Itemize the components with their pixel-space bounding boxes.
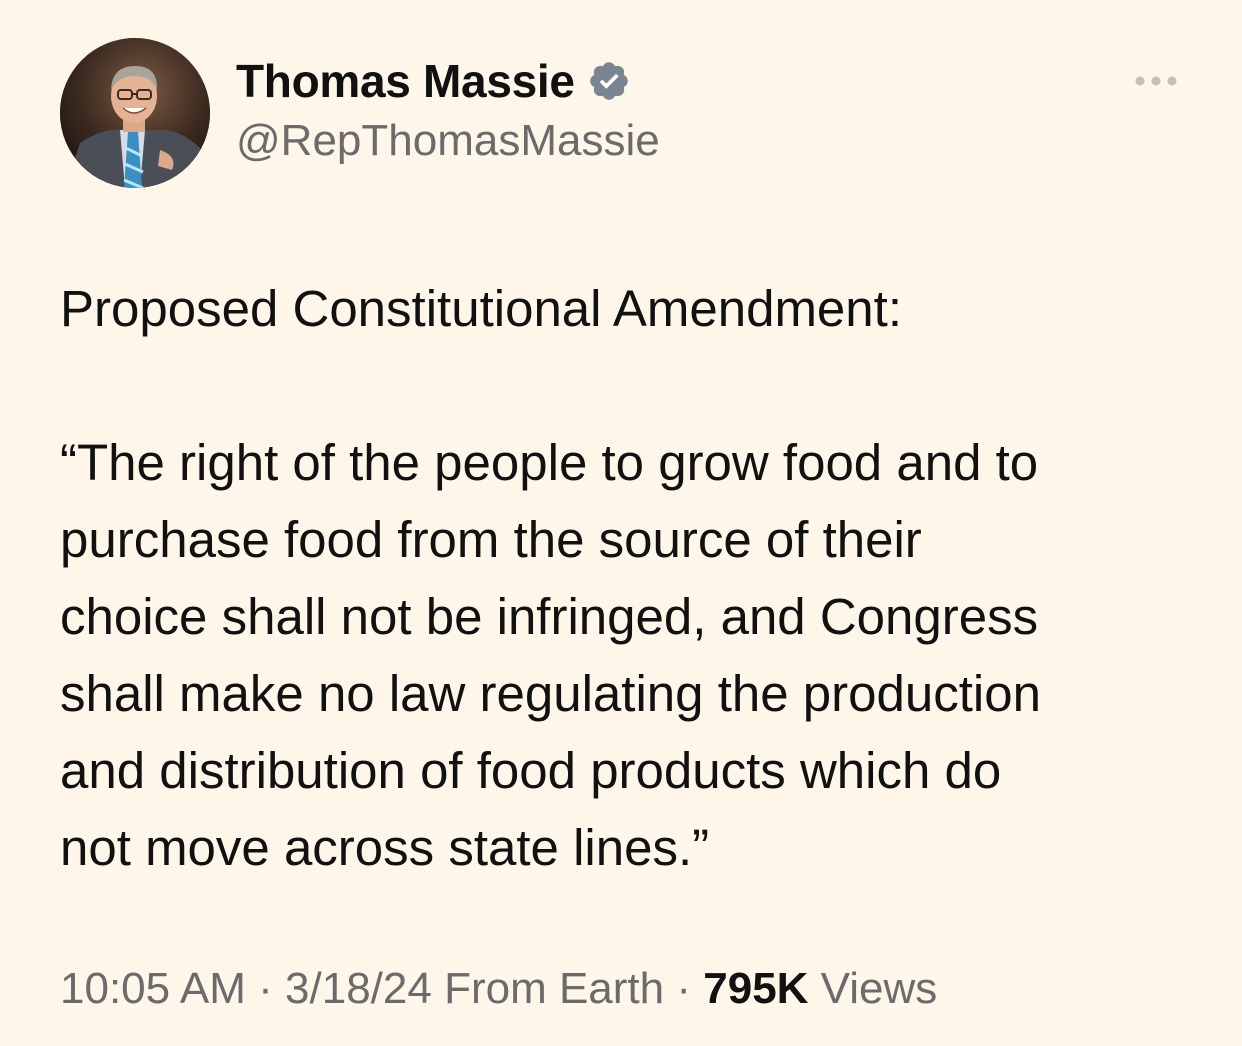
tweet-text: Proposed Constitutional Amendment: “The … — [60, 270, 1200, 886]
tweet-quote-line: “The right of the people to grow food an… — [60, 434, 1039, 491]
meta-separator: · — [676, 964, 692, 1013]
avatar-photo — [60, 38, 210, 188]
tweet-heading: Proposed Constitutional Amendment: — [60, 280, 902, 337]
tweet-quote-line: purchase food from the source of their — [60, 511, 922, 568]
tweet-quote-line: shall make no law regulating the product… — [60, 665, 1041, 722]
display-name[interactable]: Thomas Massie — [236, 54, 575, 108]
tweet-date[interactable]: 3/18/24 — [285, 964, 432, 1013]
tweet-meta: 10:05 AM · 3/18/24 From Earth · 795K Vie… — [60, 964, 937, 1014]
tweet-time[interactable]: 10:05 AM — [60, 964, 246, 1013]
verified-badge-icon[interactable] — [587, 59, 631, 103]
views-count[interactable]: 795K — [703, 964, 808, 1013]
more-options-icon — [1135, 76, 1177, 86]
tweet-quote-line: not move across state lines.” — [60, 819, 710, 876]
avatar[interactable] — [60, 38, 210, 188]
tweet-card: Thomas Massie @RepThomasMassie Proposed … — [0, 0, 1242, 1046]
name-row: Thomas Massie — [236, 52, 660, 110]
tweet-source: From Earth — [444, 964, 665, 1013]
author-info: Thomas Massie @RepThomasMassie — [236, 52, 660, 166]
tweet-quote-line: and distribution of food products which … — [60, 742, 1002, 799]
tweet-quote-line: choice shall not be infringed, and Congr… — [60, 588, 1039, 645]
more-options-button[interactable] — [1130, 66, 1182, 96]
user-handle[interactable]: @RepThomasMassie — [236, 116, 660, 166]
meta-separator: · — [258, 964, 273, 1013]
views-label: Views — [820, 964, 938, 1013]
